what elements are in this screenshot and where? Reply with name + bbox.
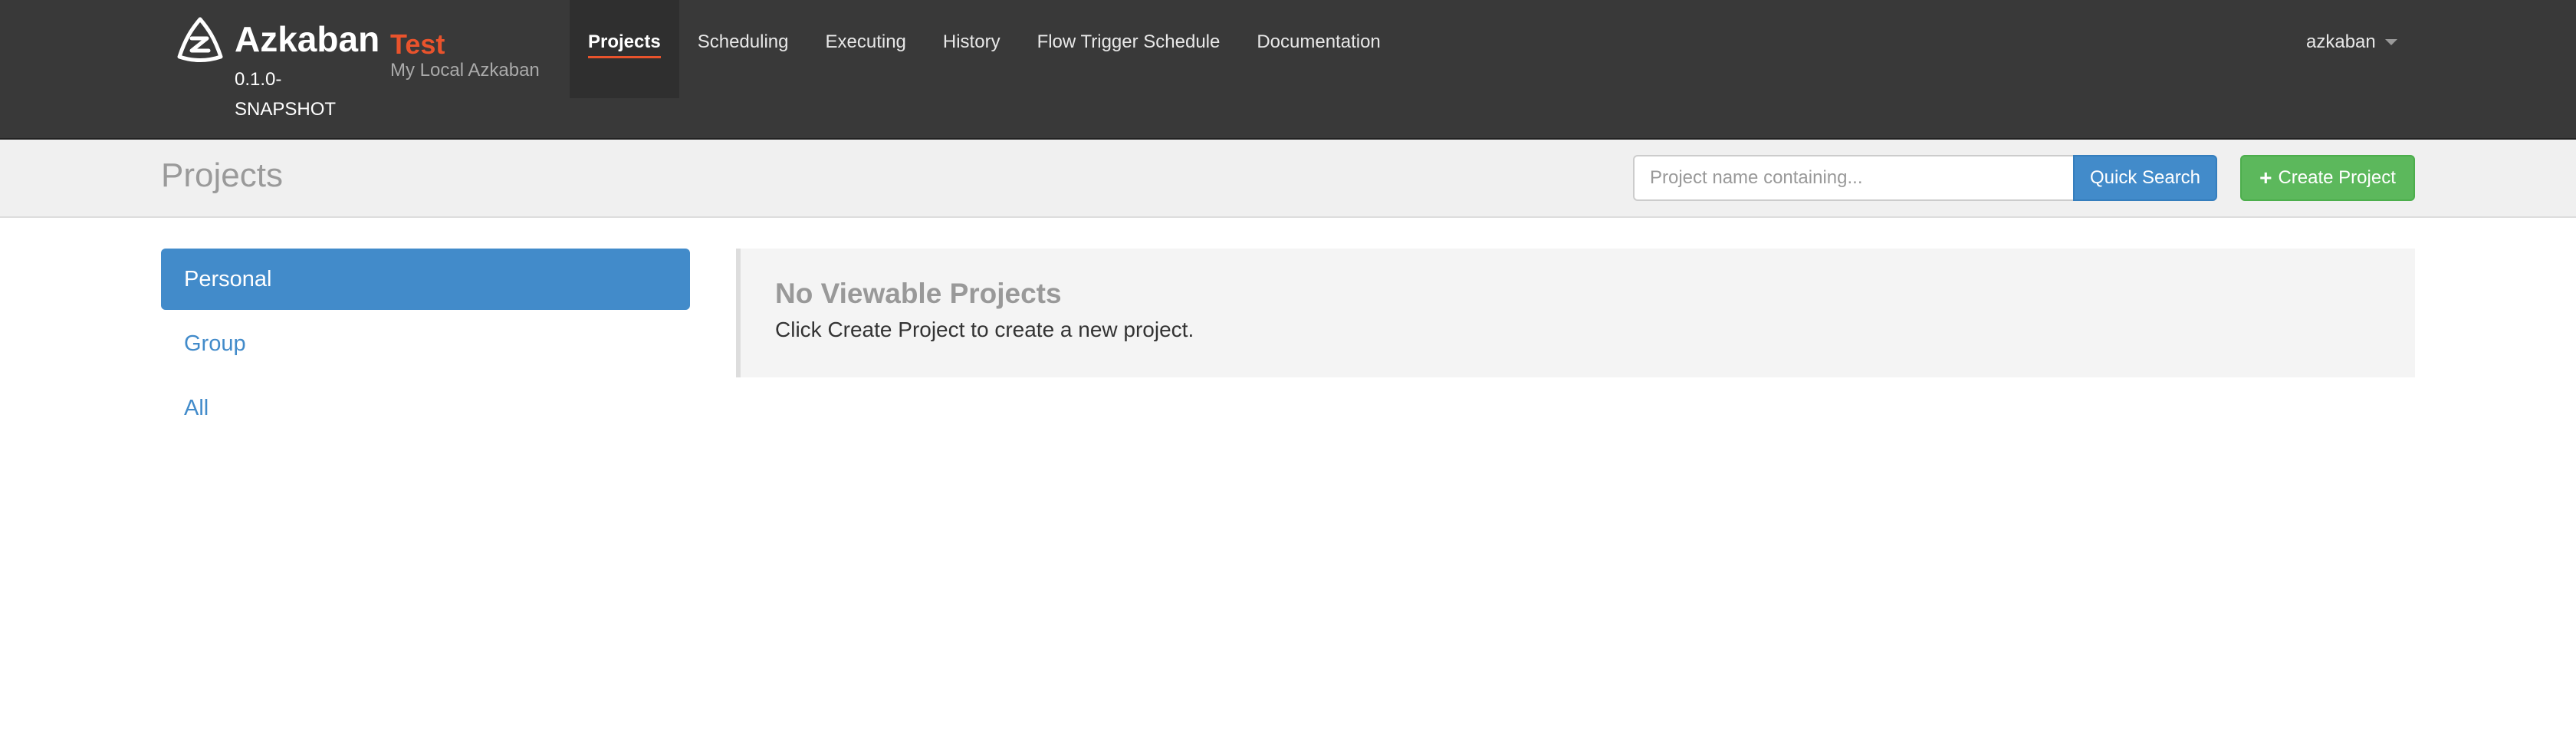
user-name: azkaban [2306, 31, 2376, 52]
brand-name: Azkaban [235, 19, 380, 59]
quick-search-button[interactable]: Quick Search [2073, 155, 2217, 201]
sidebar-item-personal[interactable]: Personal [161, 249, 690, 310]
create-project-button[interactable]: + Create Project [2240, 155, 2415, 201]
top-navbar: Azkaban 0.1.0-SNAPSHOT Test My Local Azk… [0, 0, 2576, 140]
environment-name: Test [390, 28, 445, 60]
nav-history[interactable]: History [925, 0, 1019, 98]
create-project-label: Create Project [2278, 167, 2396, 188]
nav-executing-label: Executing [825, 31, 906, 52]
sidebar-item-label: Personal [184, 266, 272, 291]
empty-text: Click Create Project to create a new pro… [775, 318, 1194, 341]
sidebar-item-label: All [184, 395, 209, 420]
empty-projects-panel: No Viewable Projects Click Create Projec… [736, 249, 2415, 377]
nav-history-label: History [942, 31, 1001, 52]
page-header: Projects Quick Search + Create Project [0, 140, 2576, 218]
nav-projects[interactable]: Projects [570, 0, 679, 98]
brand-version: 0.1.0-SNAPSHOT [235, 69, 337, 120]
main-nav: Projects Scheduling Executing History Fl… [570, 0, 1399, 98]
environment-description: My Local Azkaban [390, 60, 540, 81]
nav-documentation[interactable]: Documentation [1238, 0, 1398, 98]
nav-scheduling-label: Scheduling [697, 31, 789, 52]
sidebar-item-all[interactable]: All [161, 377, 690, 439]
nav-flow-trigger-schedule[interactable]: Flow Trigger Schedule [1019, 0, 1239, 98]
page-title: Projects [161, 156, 283, 194]
empty-title: No Viewable Projects [775, 278, 1062, 309]
plus-icon: + [2259, 166, 2272, 189]
quick-search-label: Quick Search [2089, 167, 2201, 188]
nav-executing[interactable]: Executing [807, 0, 924, 98]
azkaban-logo-icon [177, 17, 223, 62]
nav-documentation-label: Documentation [1257, 31, 1381, 52]
nav-projects-label: Projects [588, 31, 661, 58]
sidebar-item-label: Group [184, 331, 246, 356]
search-input[interactable] [1633, 155, 2074, 201]
nav-scheduling[interactable]: Scheduling [679, 0, 807, 98]
caret-down-icon [2384, 39, 2397, 45]
sidebar-item-group[interactable]: Group [161, 313, 690, 374]
nav-flow-trigger-schedule-label: Flow Trigger Schedule [1037, 31, 1221, 52]
user-menu[interactable]: azkaban [2306, 31, 2397, 53]
